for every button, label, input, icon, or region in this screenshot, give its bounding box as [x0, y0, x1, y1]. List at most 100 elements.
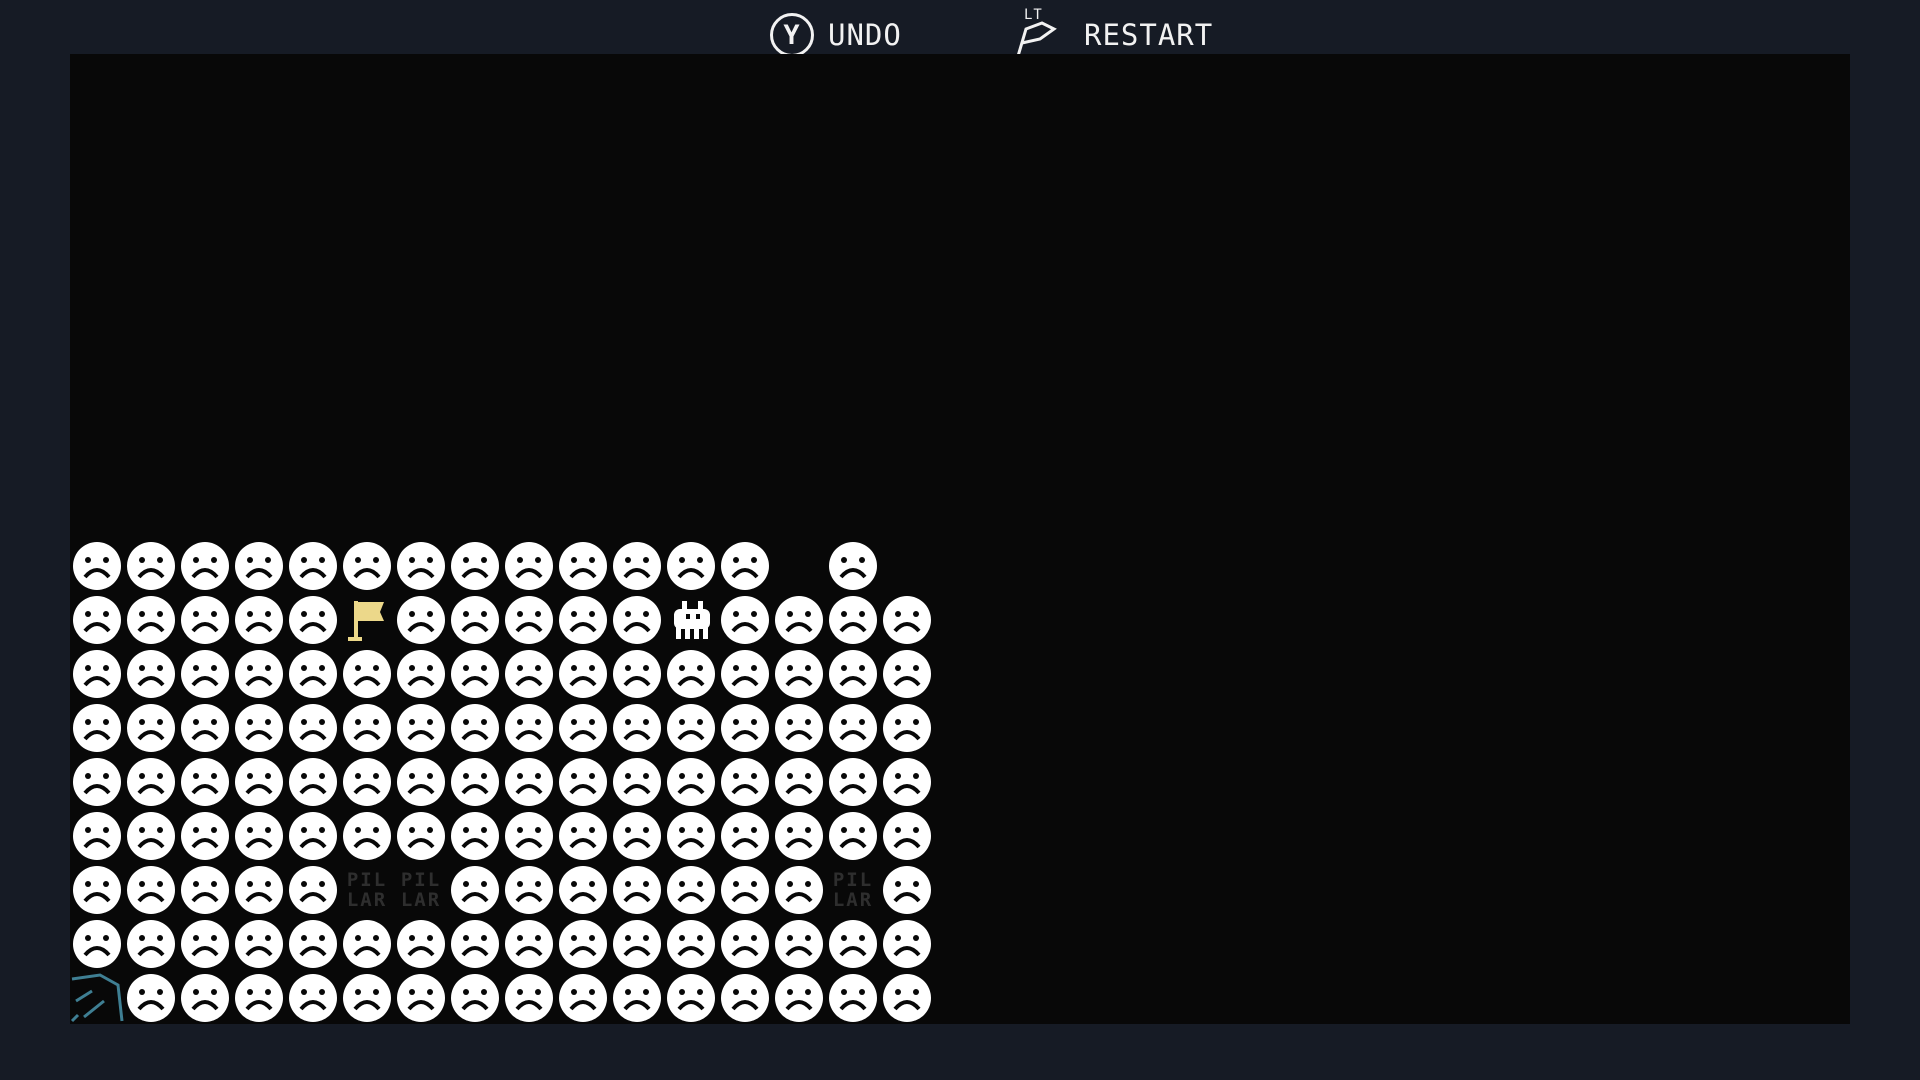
- skull-icon: [178, 647, 232, 701]
- skull-icon: [340, 971, 394, 1025]
- skull-icon: [340, 539, 394, 593]
- skull-icon: [556, 539, 610, 593]
- skull-icon: [610, 971, 664, 1025]
- pillar-word-line: LAR: [832, 889, 874, 911]
- skull-icon: [448, 917, 502, 971]
- skull-icon: [448, 647, 502, 701]
- skull-icon: [610, 917, 664, 971]
- skull-icon: [232, 971, 286, 1025]
- skull-icon: [124, 701, 178, 755]
- skull-icon: [556, 755, 610, 809]
- skull-icon: [232, 863, 286, 917]
- skull-icon: [124, 539, 178, 593]
- skull-icon: [286, 701, 340, 755]
- pillar-word-line: PIL: [832, 869, 874, 891]
- skull-icon: [772, 593, 826, 647]
- skull-icon: [880, 917, 934, 971]
- skull-icon: [826, 809, 880, 863]
- empty-tile: [880, 539, 934, 593]
- skull-icon: [772, 755, 826, 809]
- skull-icon: [502, 539, 556, 593]
- skull-icon: [178, 809, 232, 863]
- skull-icon: [70, 539, 124, 593]
- skull-icon: [70, 593, 124, 647]
- undo-label: UNDO: [828, 18, 902, 52]
- skull-icon: [664, 809, 718, 863]
- skull-icon: [610, 809, 664, 863]
- skull-icon: [286, 593, 340, 647]
- skull-icon: [826, 647, 880, 701]
- skull-icon: [880, 701, 934, 755]
- skull-icon: [232, 701, 286, 755]
- skull-icon: [718, 701, 772, 755]
- skull-icon: [718, 917, 772, 971]
- skull-icon: [880, 809, 934, 863]
- pillar-word: PIL LAR: [826, 863, 880, 917]
- skull-icon: [340, 647, 394, 701]
- skull-icon: [70, 647, 124, 701]
- pillar-word-line: PIL: [400, 869, 442, 891]
- skull-icon: [664, 755, 718, 809]
- pillar-word-line: PIL: [346, 869, 388, 891]
- skull-icon: [880, 647, 934, 701]
- skull-icon: [610, 863, 664, 917]
- skull-icon: [664, 539, 718, 593]
- skull-icon: [70, 755, 124, 809]
- skull-icon: [664, 701, 718, 755]
- skull-icon: [718, 593, 772, 647]
- skull-icon: [610, 755, 664, 809]
- skull-icon: [394, 755, 448, 809]
- skull-icon: [502, 593, 556, 647]
- y-button-icon: Y: [770, 13, 814, 57]
- pillar-word: PIL LAR: [340, 863, 394, 917]
- skull-icon: [178, 863, 232, 917]
- skull-icon: [556, 593, 610, 647]
- skull-icon: [178, 701, 232, 755]
- pillar-word-line: LAR: [346, 889, 388, 911]
- skull-icon: [178, 539, 232, 593]
- skull-icon: [286, 755, 340, 809]
- skull-icon: [502, 863, 556, 917]
- skull-icon: [610, 701, 664, 755]
- skull-icon: [502, 971, 556, 1025]
- skull-icon: [70, 863, 124, 917]
- skull-icon: [286, 971, 340, 1025]
- skull-icon: [502, 755, 556, 809]
- skull-icon: [718, 863, 772, 917]
- skull-icon: [448, 863, 502, 917]
- skull-icon: [394, 809, 448, 863]
- skull-icon: [448, 755, 502, 809]
- skull-icon: [502, 647, 556, 701]
- skull-icon: [394, 971, 448, 1025]
- skull-icon: [826, 701, 880, 755]
- skull-icon: [556, 917, 610, 971]
- flag-icon: [340, 593, 394, 647]
- skull-icon: [772, 971, 826, 1025]
- skull-icon: [124, 809, 178, 863]
- skull-icon: [232, 647, 286, 701]
- skull-icon: [448, 971, 502, 1025]
- skull-icon: [286, 863, 340, 917]
- skull-icon: [70, 917, 124, 971]
- skull-icon: [448, 593, 502, 647]
- skull-icon: [286, 809, 340, 863]
- skull-icon: [124, 971, 178, 1025]
- skull-icon: [286, 917, 340, 971]
- skull-icon: [340, 809, 394, 863]
- skull-icon: [826, 971, 880, 1025]
- skull-icon: [124, 755, 178, 809]
- skull-icon: [394, 917, 448, 971]
- skull-icon: [718, 647, 772, 701]
- skull-icon: [178, 917, 232, 971]
- skull-icon: [502, 917, 556, 971]
- skull-icon: [124, 917, 178, 971]
- skull-icon: [610, 593, 664, 647]
- skull-icon: [232, 809, 286, 863]
- pillar-word: PIL LAR: [394, 863, 448, 917]
- skull-icon: [178, 971, 232, 1025]
- skull-icon: [826, 539, 880, 593]
- skull-icon: [718, 539, 772, 593]
- skull-icon: [286, 647, 340, 701]
- skull-icon: [232, 593, 286, 647]
- lt-trigger-text: LT: [1024, 7, 1043, 23]
